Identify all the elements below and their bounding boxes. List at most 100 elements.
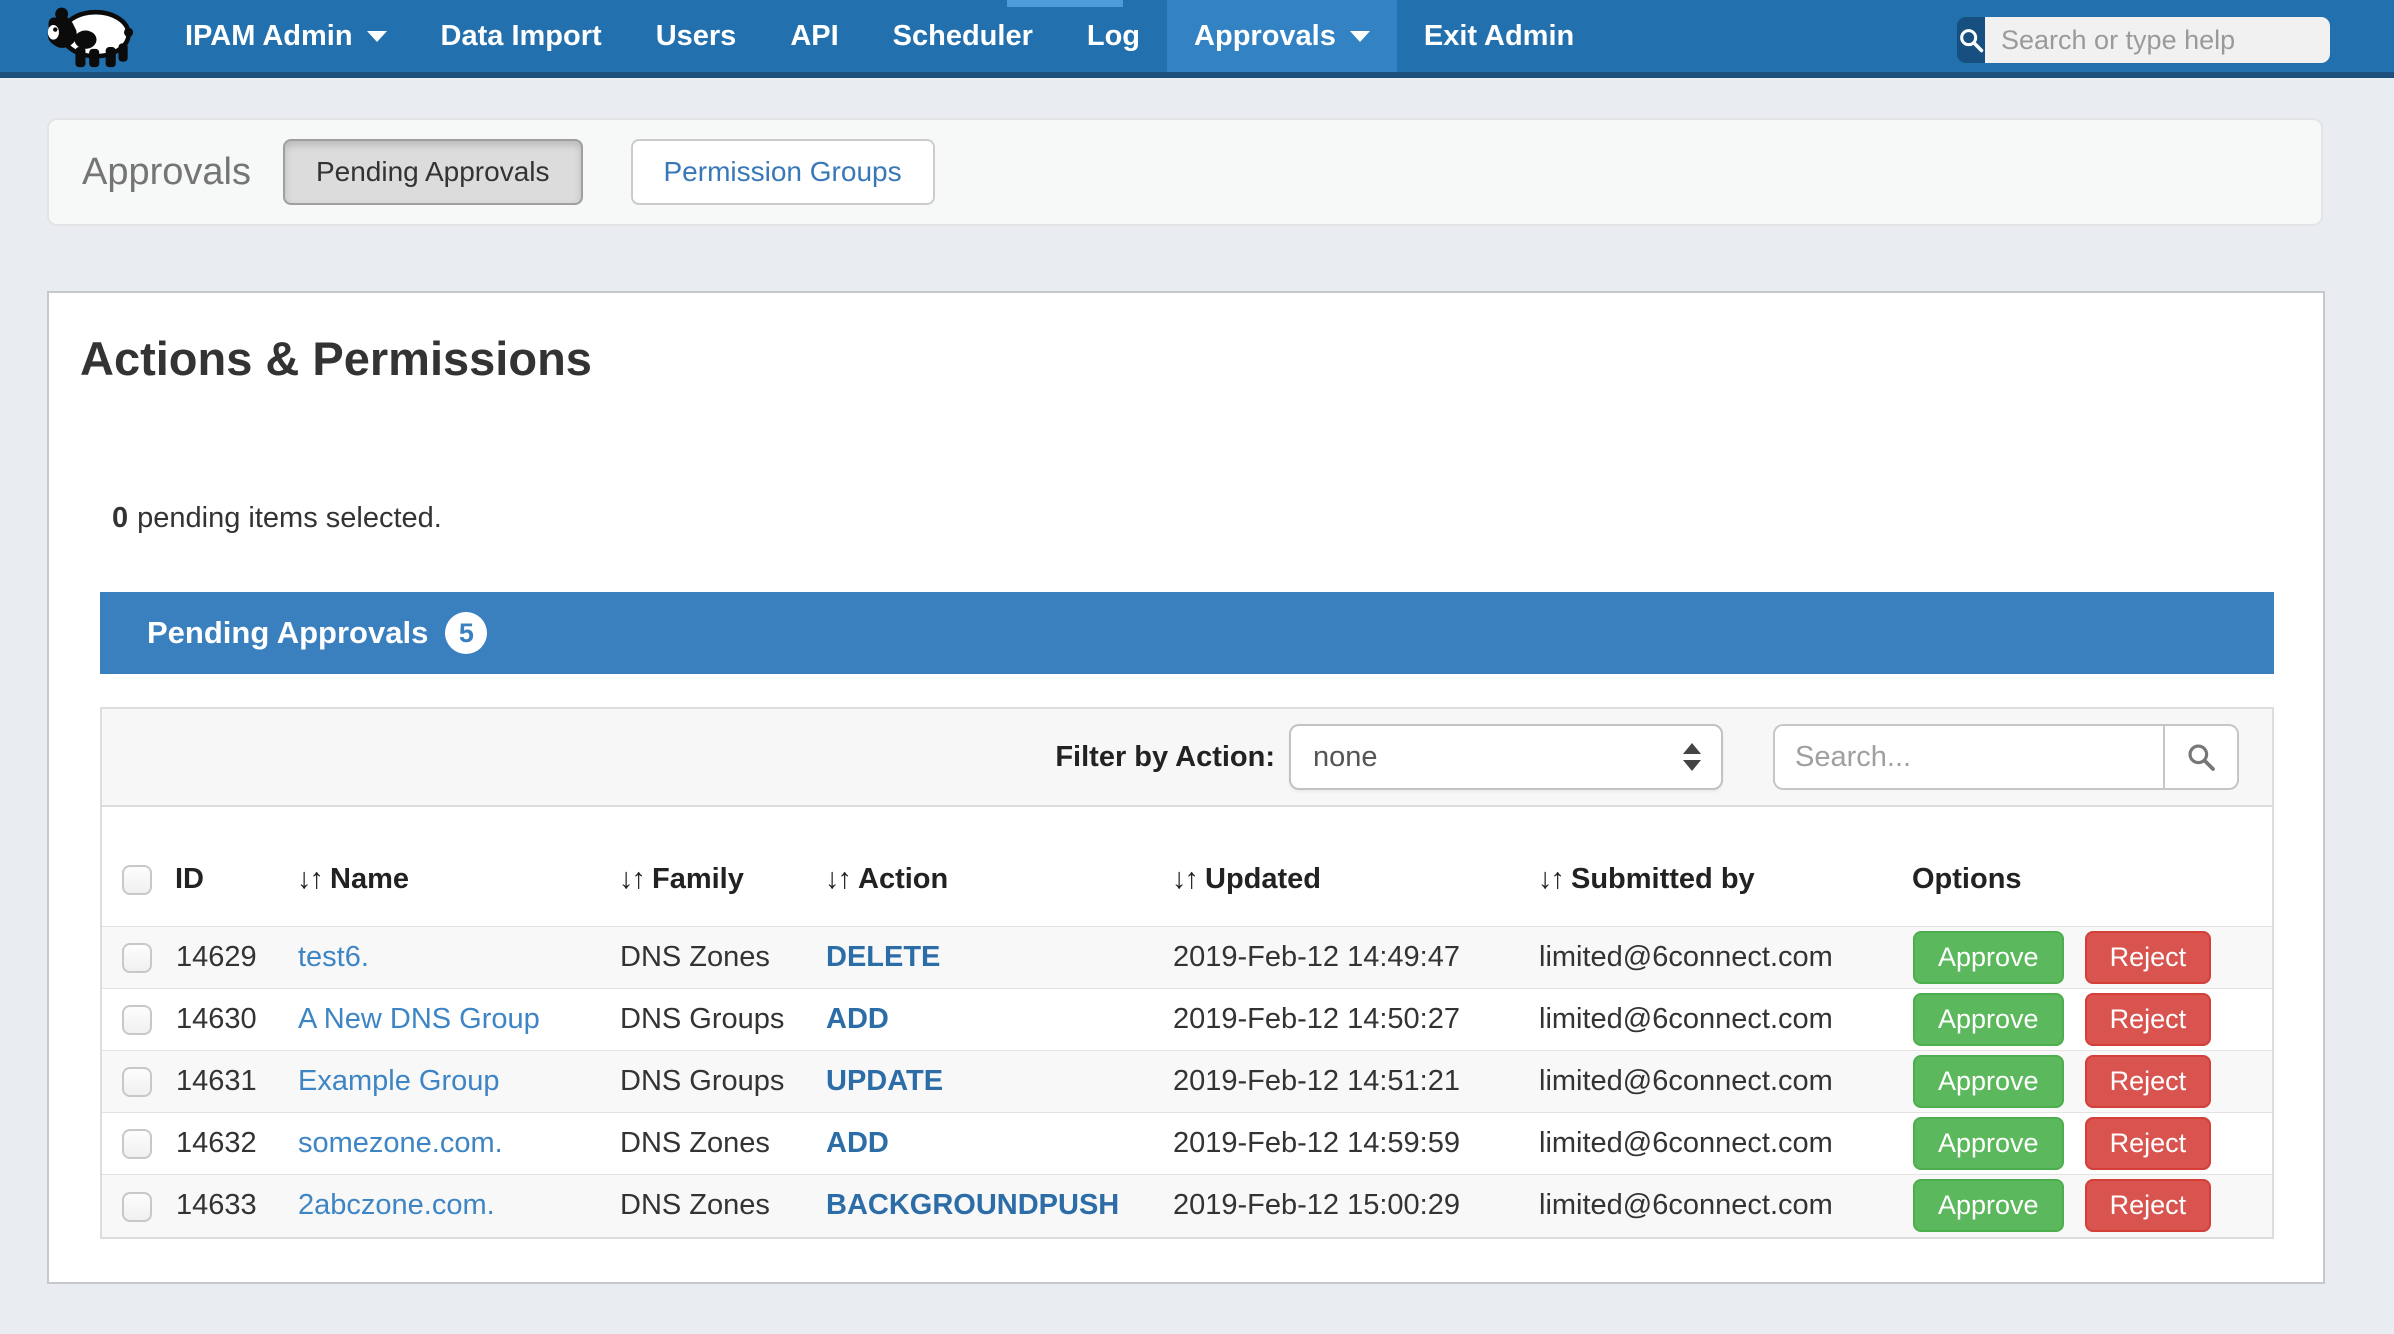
nav-item-ipam-admin[interactable]: IPAM Admin xyxy=(158,0,414,72)
column-header-options: Options xyxy=(1912,807,2272,927)
action-filter-select[interactable]: none xyxy=(1289,724,1723,790)
page-header-bar: Approvals Pending Approvals Permission G… xyxy=(47,118,2323,226)
panda-logo-icon xyxy=(44,3,138,69)
reject-button[interactable]: Reject xyxy=(2085,931,2212,984)
nav-item-exit-admin[interactable]: Exit Admin xyxy=(1397,0,1601,72)
nav-label: Data Import xyxy=(441,20,602,53)
cell-family: DNS Zones xyxy=(619,1175,825,1237)
select-all-checkbox[interactable] xyxy=(122,865,152,895)
cell-action: BACKGROUNDPUSH xyxy=(826,1189,1119,1221)
magnifier-icon xyxy=(2185,741,2217,773)
row-checkbox[interactable] xyxy=(122,1129,152,1159)
cell-id: 14633 xyxy=(175,1175,297,1237)
table-search xyxy=(1773,724,2239,790)
cell-id: 14629 xyxy=(175,927,297,989)
table-row: 14629 test6. DNS Zones DELETE 2019-Feb-1… xyxy=(102,927,2272,989)
nav-item-approvals[interactable]: Approvals xyxy=(1167,0,1397,72)
cell-updated: 2019-Feb-12 14:51:21 xyxy=(1172,1051,1538,1113)
column-header-action[interactable]: ↓↑Action xyxy=(825,807,1172,927)
approve-button[interactable]: Approve xyxy=(1913,1179,2064,1232)
filter-by-action-label: Filter by Action: xyxy=(1055,741,1275,774)
column-header-id[interactable]: ID xyxy=(175,807,297,927)
cell-submitted-by: limited@6connect.com xyxy=(1538,1175,1912,1237)
tab-permission-groups[interactable]: Permission Groups xyxy=(631,139,935,205)
caret-down-icon xyxy=(367,31,387,42)
cell-name-link[interactable]: 2abczone.com. xyxy=(298,1189,495,1221)
global-search-input[interactable] xyxy=(1985,17,2330,63)
cell-submitted-by: limited@6connect.com xyxy=(1538,1113,1912,1175)
row-checkbox[interactable] xyxy=(122,1067,152,1097)
reject-button[interactable]: Reject xyxy=(2085,1179,2212,1232)
row-checkbox[interactable] xyxy=(122,1005,152,1035)
cell-family: DNS Zones xyxy=(619,927,825,989)
table-row: 14633 2abczone.com. DNS Zones BACKGROUND… xyxy=(102,1175,2272,1237)
cell-name-link[interactable]: test6. xyxy=(298,941,369,973)
approve-button[interactable]: Approve xyxy=(1913,993,2064,1046)
nav-label: IPAM Admin xyxy=(185,20,353,53)
page-title: Approvals xyxy=(82,151,251,194)
panel-title: Actions & Permissions xyxy=(80,331,2323,386)
magnifier-icon xyxy=(1957,26,1985,54)
sort-icon: ↓↑ xyxy=(825,863,850,895)
reject-button[interactable]: Reject xyxy=(2085,1117,2212,1170)
nav-highlight-strip xyxy=(1007,0,1123,7)
table-row: 14632 somezone.com. DNS Zones ADD 2019-F… xyxy=(102,1113,2272,1175)
cell-family: DNS Zones xyxy=(619,1113,825,1175)
cell-action: UPDATE xyxy=(826,1065,943,1097)
cell-action: ADD xyxy=(826,1127,889,1159)
caret-down-icon xyxy=(1350,31,1370,42)
count-badge: 5 xyxy=(445,612,487,654)
pending-approvals-table: ID ↓↑Name ↓↑Family ↓↑Action ↓↑Updated ↓↑… xyxy=(102,807,2272,1237)
cell-name-link[interactable]: Example Group xyxy=(298,1065,500,1097)
table-row: 14630 A New DNS Group DNS Groups ADD 201… xyxy=(102,989,2272,1051)
cell-updated: 2019-Feb-12 14:50:27 xyxy=(1172,989,1538,1051)
cell-name-link[interactable]: somezone.com. xyxy=(298,1127,503,1159)
cell-name-link[interactable]: A New DNS Group xyxy=(298,1003,540,1035)
nav-label: Scheduler xyxy=(893,20,1033,53)
tab-pending-approvals[interactable]: Pending Approvals xyxy=(283,139,583,205)
nav-label: Users xyxy=(656,20,737,53)
cell-id: 14632 xyxy=(175,1113,297,1175)
cell-family: DNS Groups xyxy=(619,989,825,1051)
cell-submitted-by: limited@6connect.com xyxy=(1538,1051,1912,1113)
nav-label: API xyxy=(790,20,838,53)
sort-icon: ↓↑ xyxy=(1538,863,1563,895)
cell-id: 14631 xyxy=(175,1051,297,1113)
nav-item-users[interactable]: Users xyxy=(629,0,764,72)
nav-label: Approvals xyxy=(1194,20,1336,53)
approve-button[interactable]: Approve xyxy=(1913,931,2064,984)
column-header-name[interactable]: ↓↑Name xyxy=(297,807,619,927)
nav-item-data-import[interactable]: Data Import xyxy=(414,0,629,72)
nav-item-log[interactable]: Log xyxy=(1060,0,1167,72)
search-icon[interactable] xyxy=(1957,17,1985,63)
section-title: Pending Approvals xyxy=(147,615,428,651)
nav-item-api[interactable]: API xyxy=(763,0,865,72)
global-search xyxy=(1957,17,2330,63)
pending-approvals-section-header: Pending Approvals 5 xyxy=(100,592,2274,674)
top-navbar: IPAM Admin Data Import Users API Schedul… xyxy=(0,0,2394,78)
table-search-button[interactable] xyxy=(2163,724,2239,790)
table-search-input[interactable] xyxy=(1773,724,2163,790)
column-header-family[interactable]: ↓↑Family xyxy=(619,807,825,927)
cell-updated: 2019-Feb-12 15:00:29 xyxy=(1172,1175,1538,1237)
actions-permissions-panel: Actions & Permissions 0pending items sel… xyxy=(47,291,2325,1284)
reject-button[interactable]: Reject xyxy=(2085,993,2212,1046)
nav-item-scheduler[interactable]: Scheduler xyxy=(866,0,1060,72)
cell-id: 14630 xyxy=(175,989,297,1051)
column-header-updated[interactable]: ↓↑Updated xyxy=(1172,807,1538,927)
app-logo[interactable] xyxy=(0,0,158,72)
approve-button[interactable]: Approve xyxy=(1913,1117,2064,1170)
column-header-submitted-by[interactable]: ↓↑Submitted by xyxy=(1538,807,1912,927)
reject-button[interactable]: Reject xyxy=(2085,1055,2212,1108)
cell-updated: 2019-Feb-12 14:59:59 xyxy=(1172,1113,1538,1175)
select-arrows-icon xyxy=(1683,743,1701,771)
cell-updated: 2019-Feb-12 14:49:47 xyxy=(1172,927,1538,989)
approve-button[interactable]: Approve xyxy=(1913,1055,2064,1108)
cell-submitted-by: limited@6connect.com xyxy=(1538,989,1912,1051)
page: IPAM Admin Data Import Users API Schedul… xyxy=(0,0,2394,1334)
approvals-table-container: Filter by Action: none xyxy=(100,707,2274,1239)
row-checkbox[interactable] xyxy=(122,943,152,973)
table-filter-bar: Filter by Action: none xyxy=(102,709,2272,807)
nav-label: Log xyxy=(1087,20,1140,53)
row-checkbox[interactable] xyxy=(122,1192,152,1222)
